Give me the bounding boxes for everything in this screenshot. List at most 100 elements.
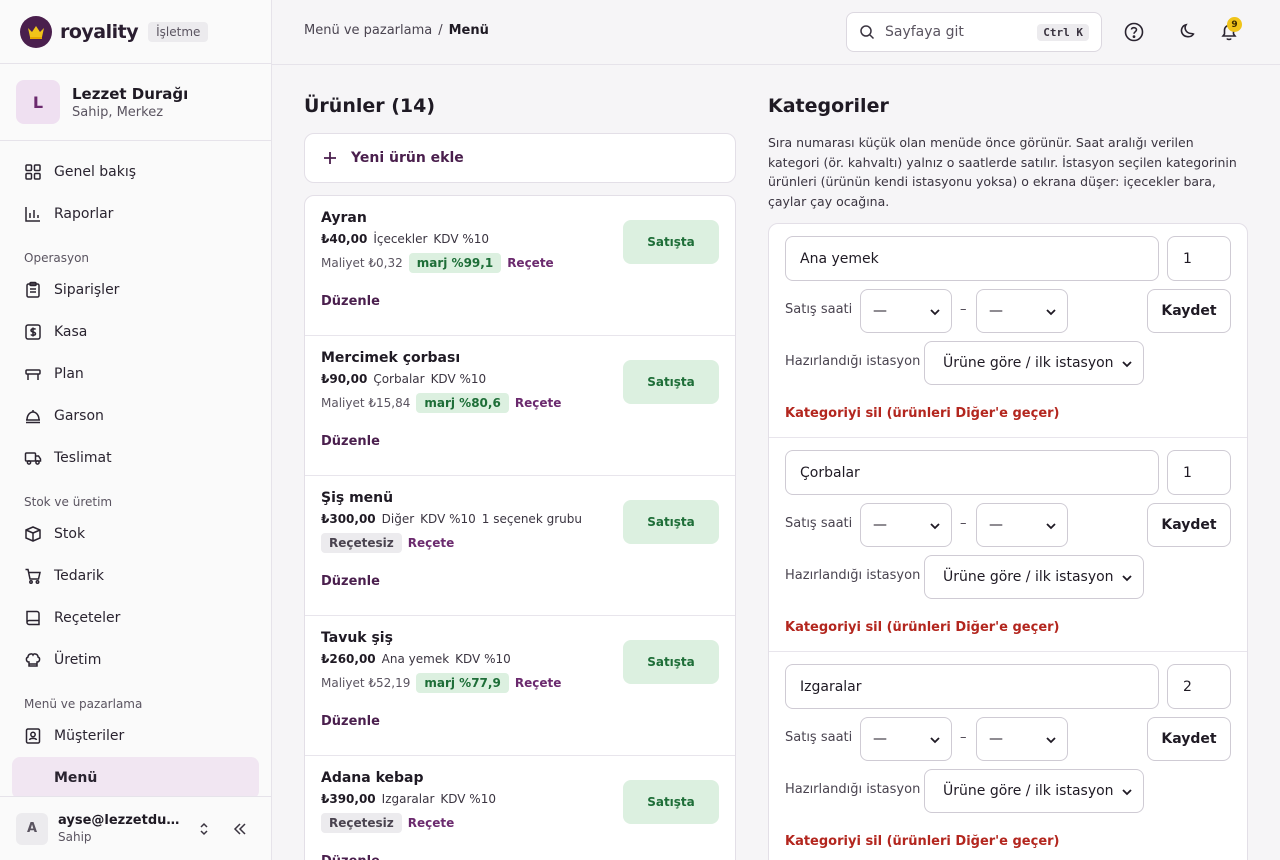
sidebar-item-label: Üretim bbox=[54, 652, 102, 668]
sale-start-select[interactable]: — bbox=[860, 289, 952, 333]
category-row: Ana yemek 1 Satış saati — – — Kaydet Haz… bbox=[769, 224, 1247, 438]
on-sale-toggle[interactable]: Satışta bbox=[623, 640, 719, 684]
category-name-input[interactable]: Çorbalar bbox=[785, 450, 1159, 495]
chevron-up-down-icon[interactable] bbox=[196, 821, 212, 837]
sidebar-item-label: Genel bakış bbox=[54, 164, 137, 180]
product-category: Izgaralar bbox=[381, 792, 435, 806]
cart-icon bbox=[25, 568, 41, 584]
sidebar-item-cashier[interactable]: Kasa bbox=[12, 311, 259, 353]
user-menu[interactable]: A ayse@lezzetduragi.com Sahip bbox=[0, 796, 271, 860]
brand-name[interactable]: royality bbox=[60, 21, 139, 43]
product-tax: KDV %10 bbox=[440, 792, 496, 806]
sidebar-item-orders[interactable]: Siparişler bbox=[12, 269, 259, 311]
search-input[interactable]: Sayfaya git Ctrl K bbox=[846, 12, 1102, 52]
breadcrumb-item[interactable]: Menü ve pazarlama bbox=[304, 23, 432, 38]
sidebar-item-customers[interactable]: Müşteriler bbox=[12, 715, 259, 757]
sidebar-item-stock[interactable]: Stok bbox=[12, 513, 259, 555]
time-range-separator: – bbox=[960, 730, 967, 745]
categories-description: Sıra numarası küçük olan menüde önce gör… bbox=[768, 135, 1237, 209]
category-order-input[interactable]: 2 bbox=[1167, 664, 1231, 709]
sale-end-select[interactable]: — bbox=[976, 289, 1068, 333]
sale-start-select[interactable]: — bbox=[860, 503, 952, 547]
delete-category-link[interactable]: Kategoriyi sil (ürünleri Diğer'e geçer) bbox=[785, 620, 1060, 635]
sidebar-item-label: Plan bbox=[54, 366, 84, 382]
chevron-down-icon bbox=[930, 309, 940, 316]
sidebar-item-plan[interactable]: Plan bbox=[12, 353, 259, 395]
product-row: Şiş menü ₺300,00 Diğer KDV %10 1 seçenek gr… bbox=[305, 476, 735, 616]
on-sale-toggle[interactable]: Satışta bbox=[623, 500, 719, 544]
sidebar-item-supply[interactable]: Tedarik bbox=[12, 555, 259, 597]
on-sale-toggle[interactable]: Satışta bbox=[623, 220, 719, 264]
save-category-button[interactable]: Kaydet bbox=[1147, 503, 1231, 547]
station-select[interactable]: Ürüne göre / ilk istasyon bbox=[924, 555, 1144, 599]
on-sale-toggle[interactable]: Satışta bbox=[623, 360, 719, 404]
add-product-button[interactable]: Yeni ürün ekle bbox=[304, 133, 736, 183]
select-value: — bbox=[873, 517, 887, 533]
product-row: Adana kebap ₺390,00 Izgaralar KDV %10 Reçe… bbox=[305, 756, 735, 860]
time-range-separator: – bbox=[960, 516, 967, 531]
edit-product-link[interactable]: Düzenle bbox=[321, 294, 380, 309]
save-category-button[interactable]: Kaydet bbox=[1147, 289, 1231, 333]
shortcut-hint: Ctrl K bbox=[1037, 23, 1089, 41]
category-order-input[interactable]: 1 bbox=[1167, 450, 1231, 495]
sidebar-item-delivery[interactable]: Teslimat bbox=[12, 437, 259, 479]
notification-count-badge: 9 bbox=[1227, 17, 1242, 32]
sidebar-item-label: Reçeteler bbox=[54, 610, 121, 626]
chevron-down-icon bbox=[1122, 361, 1132, 368]
brand-logo[interactable] bbox=[20, 15, 52, 48]
topbar: Menü ve pazarlama / Menü Sayfaya git Ctrl … bbox=[272, 0, 1280, 65]
delete-category-link[interactable]: Kategoriyi sil (ürünleri Diğer'e geçer) bbox=[785, 834, 1060, 849]
sale-hours-label: Satış saati bbox=[785, 516, 853, 531]
dark-mode-icon[interactable] bbox=[1176, 21, 1198, 43]
sidebar: royality İşletme L Lezzet Durağı Sahip, … bbox=[0, 0, 272, 860]
product-price: ₺260,00 bbox=[321, 652, 376, 666]
chevron-down-icon bbox=[1122, 789, 1132, 796]
recipe-link[interactable]: Reçete bbox=[507, 256, 554, 270]
nav-section-title: Menü ve pazarlama bbox=[24, 697, 143, 711]
sale-start-select[interactable]: — bbox=[860, 717, 952, 761]
account-switcher[interactable]: L Lezzet Durağı Sahip, Merkez bbox=[0, 64, 271, 141]
on-sale-toggle[interactable]: Satışta bbox=[623, 780, 719, 824]
sale-end-select[interactable]: — bbox=[976, 503, 1068, 547]
station-select[interactable]: Ürüne göre / ilk istasyon bbox=[924, 769, 1144, 813]
floor-plan-icon bbox=[25, 369, 41, 380]
station-select[interactable]: Ürüne göre / ilk istasyon bbox=[924, 341, 1144, 385]
edit-product-link[interactable]: Düzenle bbox=[321, 854, 380, 860]
category-order-input[interactable]: 1 bbox=[1167, 236, 1231, 281]
delete-category-link[interactable]: Kategoriyi sil (ürünleri Diğer'e geçer) bbox=[785, 406, 1060, 421]
save-category-button[interactable]: Kaydet bbox=[1147, 717, 1231, 761]
categories-title: Kategoriler bbox=[768, 95, 889, 117]
category-name-input[interactable]: Ana yemek bbox=[785, 236, 1159, 281]
recipe-link[interactable]: Reçete bbox=[515, 396, 562, 410]
sidebar-item-recipes[interactable]: Reçeteler bbox=[12, 597, 259, 639]
product-row: Mercimek çorbası ₺90,00 Çorbalar KDV %10 M… bbox=[305, 336, 735, 476]
sidebar-item-reports[interactable]: Raporlar bbox=[12, 193, 259, 235]
recipe-link[interactable]: Reçete bbox=[408, 816, 455, 830]
account-role: Sahip, Merkez bbox=[72, 104, 164, 120]
sidebar-item-menu[interactable]: Menü bbox=[12, 757, 259, 799]
collapse-sidebar-icon[interactable] bbox=[232, 821, 248, 837]
sale-end-select[interactable]: — bbox=[976, 717, 1068, 761]
main-content: Ürünler (14) Yeni ürün ekle Ayran ₺40,00… bbox=[272, 65, 1280, 860]
edit-product-link[interactable]: Düzenle bbox=[321, 574, 380, 589]
edit-product-link[interactable]: Düzenle bbox=[321, 434, 380, 449]
sidebar-item-production[interactable]: Üretim bbox=[12, 639, 259, 681]
breadcrumb: Menü ve pazarlama / Menü bbox=[304, 23, 489, 38]
no-recipe-badge: Reçetesiz bbox=[321, 533, 402, 553]
sidebar-item-waiter[interactable]: Garson bbox=[12, 395, 259, 437]
recipe-link[interactable]: Reçete bbox=[408, 536, 455, 550]
help-icon[interactable] bbox=[1123, 21, 1145, 43]
sidebar-item-label: Siparişler bbox=[54, 282, 120, 298]
margin-badge: marj %99,1 bbox=[408, 253, 502, 273]
sidebar-item-overview[interactable]: Genel bakış bbox=[12, 151, 259, 193]
select-value: — bbox=[989, 731, 1003, 747]
category-name-input[interactable]: Izgaralar bbox=[785, 664, 1159, 709]
recipe-link[interactable]: Reçete bbox=[515, 676, 562, 690]
edit-product-link[interactable]: Düzenle bbox=[321, 714, 380, 729]
station-label: Hazırlandığı istasyon bbox=[785, 782, 921, 797]
product-price: ₺40,00 bbox=[321, 232, 368, 246]
breadcrumb-current: Menü bbox=[448, 23, 489, 38]
product-option-groups: 1 seçenek grubu bbox=[481, 512, 582, 526]
station-label: Hazırlandığı istasyon bbox=[785, 568, 921, 583]
search-placeholder: Sayfaya git bbox=[885, 24, 964, 40]
